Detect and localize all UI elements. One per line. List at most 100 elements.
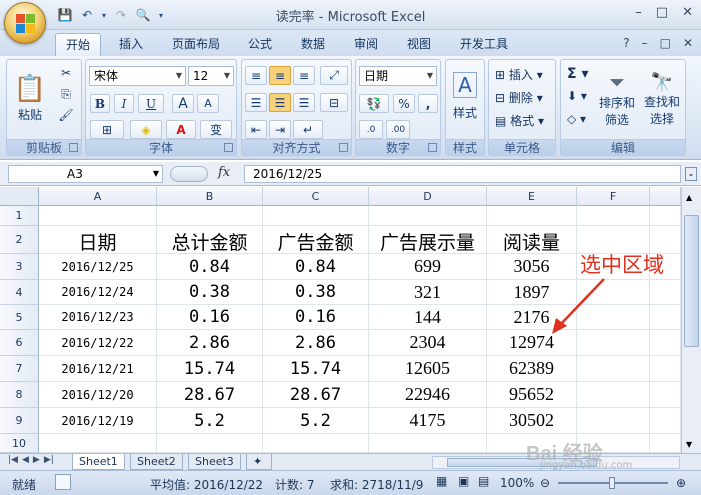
clear-icon[interactable]: ◇ ▾	[567, 112, 586, 126]
cell[interactable]	[577, 330, 650, 356]
accounting-format-icon[interactable]: 💱	[359, 94, 389, 113]
ribbon-minimize-icon[interactable]: –	[642, 36, 648, 50]
data-cell[interactable]: 5.2	[157, 408, 263, 434]
minimize-button[interactable]: –	[635, 5, 642, 20]
macro-record-icon[interactable]	[55, 474, 71, 490]
number-launcher-icon[interactable]	[428, 143, 437, 152]
tab-home[interactable]: 开始	[55, 33, 102, 56]
zoom-out-icon[interactable]: ⊖	[540, 476, 550, 490]
tab-review[interactable]: 审阅	[344, 33, 388, 56]
data-cell[interactable]: 2016/12/20	[39, 382, 157, 408]
row-header-9[interactable]: 9	[0, 408, 39, 434]
tab-data[interactable]: 数据	[291, 33, 335, 56]
data-cell[interactable]: 0.16	[263, 305, 369, 330]
insert-cells-button[interactable]: ⊞ 插入 ▾	[495, 66, 543, 83]
row-header-3[interactable]: 3	[0, 254, 39, 280]
cell[interactable]	[157, 206, 263, 226]
font-launcher-icon[interactable]	[224, 143, 233, 152]
shrink-font-icon[interactable]: A	[197, 94, 219, 113]
underline-button[interactable]: U	[138, 94, 164, 113]
page-break-view-icon[interactable]: ▤	[478, 474, 489, 488]
comma-style-button[interactable]: ,	[418, 94, 438, 113]
data-cell[interactable]: 22946	[369, 382, 487, 408]
italic-button[interactable]: I	[114, 94, 134, 113]
data-cell[interactable]: 2176	[487, 305, 577, 330]
number-format-combo[interactable]: 日期 ▼	[359, 66, 437, 86]
data-cell[interactable]: 2016/12/23	[39, 305, 157, 330]
cell[interactable]	[577, 356, 650, 382]
phonetic-guide-icon[interactable]: 变	[200, 120, 232, 139]
data-cell[interactable]: 2.86	[157, 330, 263, 356]
insert-sheet-icon[interactable]: ✦	[246, 454, 272, 470]
grow-font-icon[interactable]: A	[172, 94, 194, 113]
data-cell[interactable]: 2016/12/22	[39, 330, 157, 356]
row-header-4[interactable]: 4	[0, 280, 39, 305]
borders-icon[interactable]: ⊞	[90, 120, 124, 139]
insert-function-icon[interactable]: fx	[218, 165, 230, 180]
zoom-in-icon[interactable]: ⊕	[676, 476, 686, 490]
scroll-up-icon[interactable]: ▲	[686, 193, 692, 202]
font-color-icon[interactable]: A	[166, 120, 196, 139]
cell[interactable]	[369, 206, 487, 226]
cell[interactable]	[39, 434, 157, 453]
maximize-button[interactable]: □	[656, 5, 668, 20]
merge-center-icon[interactable]: ⊟	[320, 93, 348, 112]
tab-view[interactable]: 视图	[397, 33, 441, 56]
copy-icon[interactable]: ⎘	[55, 85, 77, 103]
align-top-icon[interactable]: ≡	[245, 66, 267, 85]
cell[interactable]	[650, 408, 681, 434]
column-header-d[interactable]: D	[369, 187, 487, 206]
percent-style-button[interactable]: %	[393, 94, 415, 113]
sheet-tab-sheet2[interactable]: Sheet2	[130, 454, 183, 470]
cell[interactable]	[577, 305, 650, 330]
data-cell[interactable]: 4175	[369, 408, 487, 434]
page-layout-view-icon[interactable]: ▣	[458, 474, 469, 488]
increase-decimal-icon[interactable]: .0	[359, 120, 383, 139]
cut-icon[interactable]: ✂	[55, 64, 77, 82]
formula-expand-icon[interactable]	[170, 166, 208, 182]
column-header-a[interactable]: A	[39, 187, 157, 206]
zoom-level[interactable]: 100%	[500, 476, 534, 490]
align-bottom-icon[interactable]: ≡	[293, 66, 315, 85]
tab-page-layout[interactable]: 页面布局	[162, 33, 230, 56]
data-cell[interactable]: 5.2	[263, 408, 369, 434]
tab-developer[interactable]: 开发工具	[450, 33, 518, 56]
data-cell[interactable]: 阅读量	[487, 226, 577, 254]
formula-bar-expand-icon[interactable]: ⌄	[685, 167, 697, 181]
select-all-corner[interactable]	[0, 187, 39, 206]
paste-button[interactable]: 📋 粘贴	[11, 64, 49, 132]
data-cell[interactable]: 2016/12/19	[39, 408, 157, 434]
align-middle-icon[interactable]: ≡	[269, 66, 291, 85]
data-cell[interactable]: 广告展示量	[369, 226, 487, 254]
data-cell[interactable]: 2304	[369, 330, 487, 356]
data-cell[interactable]: 2016/12/25	[39, 254, 157, 280]
cell[interactable]	[650, 280, 681, 305]
row-header-10[interactable]: 10	[0, 434, 39, 453]
prev-sheet-icon[interactable]: ◀	[22, 455, 29, 465]
row-header-8[interactable]: 8	[0, 382, 39, 408]
bold-button[interactable]: B	[90, 94, 110, 113]
data-cell[interactable]: 总计金额	[157, 226, 263, 254]
cell[interactable]	[650, 305, 681, 330]
data-cell[interactable]: 62389	[487, 356, 577, 382]
fill-icon[interactable]: ⬇ ▾	[567, 89, 587, 103]
increase-indent-icon[interactable]: ⇥	[269, 120, 291, 139]
align-left-icon[interactable]: ☰	[245, 93, 267, 112]
data-cell[interactable]: 3056	[487, 254, 577, 280]
first-sheet-icon[interactable]: |◀	[8, 455, 18, 465]
help-icon[interactable]: ?	[623, 36, 629, 50]
vertical-scroll-thumb[interactable]	[684, 215, 699, 347]
alignment-launcher-icon[interactable]	[339, 143, 348, 152]
format-cells-button[interactable]: ▤ 格式 ▾	[495, 112, 544, 129]
tab-formulas[interactable]: 公式	[238, 33, 282, 56]
font-name-combo[interactable]: 宋体 ▼	[89, 66, 186, 86]
cell[interactable]	[650, 382, 681, 408]
column-header-b[interactable]: B	[157, 187, 263, 206]
sort-filter-button[interactable]: ⏷ 排序和 筛选	[597, 64, 637, 134]
decrease-decimal-icon[interactable]: .00	[386, 120, 410, 139]
data-cell[interactable]: 2016/12/24	[39, 280, 157, 305]
data-cell[interactable]: 95652	[487, 382, 577, 408]
cell[interactable]	[650, 356, 681, 382]
last-sheet-icon[interactable]: ▶|	[44, 455, 54, 465]
data-cell[interactable]: 0.38	[263, 280, 369, 305]
